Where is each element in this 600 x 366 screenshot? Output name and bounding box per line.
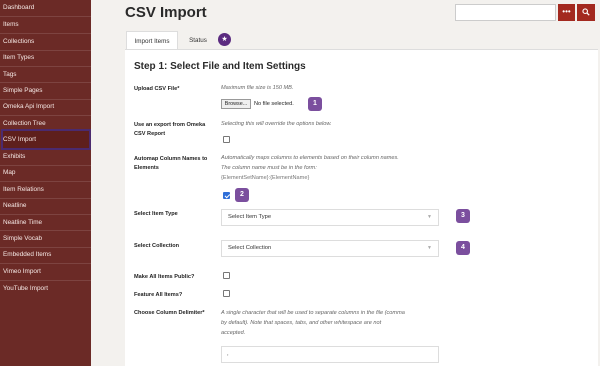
feature-label: Feature All Items? bbox=[134, 292, 183, 298]
sidebar-item-csv-import[interactable]: CSV Import bbox=[3, 135, 36, 145]
upload-label: Upload CSV File* bbox=[134, 86, 180, 92]
search-icon bbox=[582, 8, 590, 16]
step-badge-2: 2 bbox=[235, 188, 249, 202]
sidebar-item-item-relations[interactable]: Item Relations bbox=[3, 185, 44, 195]
step-badge-1: 1 bbox=[308, 97, 322, 111]
upload-description: Maximum file size is 150 MB. bbox=[221, 85, 294, 91]
nav-divider bbox=[0, 165, 91, 166]
delimiter-input[interactable]: , bbox=[221, 346, 439, 363]
omeka-export-checkbox[interactable] bbox=[223, 136, 230, 143]
step-badge-3: 3 bbox=[456, 209, 470, 223]
step-title: Step 1: Select File and Item Settings bbox=[134, 61, 306, 72]
tab-status[interactable]: Status bbox=[180, 31, 216, 50]
collection-label: Select Collection bbox=[134, 243, 180, 249]
item-type-select[interactable]: Select Item Type ▼ bbox=[221, 209, 439, 226]
delimiter-desc-3: accepted. bbox=[221, 330, 246, 336]
nav-divider bbox=[0, 50, 91, 51]
nav-divider bbox=[0, 181, 91, 182]
sidebar-nav: Dashboard Items Collections Item Types T… bbox=[0, 0, 91, 366]
chevron-down-icon: ▼ bbox=[427, 245, 432, 251]
sidebar-item-neatline-time[interactable]: Neatline Time bbox=[3, 218, 42, 228]
sidebar-item-neatline[interactable]: Neatline bbox=[3, 201, 26, 211]
automap-checkbox[interactable] bbox=[223, 192, 230, 199]
sidebar-item-tags[interactable]: Tags bbox=[3, 70, 17, 80]
sidebar-item-simple-vocab[interactable]: Simple Vocab bbox=[3, 234, 42, 244]
sidebar-item-item-types[interactable]: Item Types bbox=[3, 53, 34, 63]
nav-divider bbox=[0, 115, 91, 116]
omeka-export-description: Selecting this will override the options… bbox=[221, 121, 332, 127]
collection-value: Select Collection bbox=[228, 245, 272, 251]
sidebar-item-youtube-import[interactable]: YouTube Import bbox=[3, 284, 48, 294]
nav-divider bbox=[0, 16, 91, 17]
collection-select[interactable]: Select Collection ▼ bbox=[221, 240, 439, 257]
chevron-down-icon: ▼ bbox=[427, 214, 432, 220]
ellipsis-icon: ••• bbox=[562, 7, 571, 16]
nav-divider bbox=[0, 82, 91, 83]
sidebar-item-exhibits[interactable]: Exhibits bbox=[3, 152, 25, 162]
search-submit-button[interactable] bbox=[577, 4, 595, 21]
nav-divider bbox=[0, 280, 91, 281]
automap-desc-3: {ElementSetName}:{ElementName} bbox=[221, 175, 310, 181]
nav-divider bbox=[0, 33, 91, 34]
file-status: No file selected. bbox=[254, 101, 294, 107]
page-title: CSV Import bbox=[125, 4, 207, 21]
sidebar-item-dashboard[interactable]: Dashboard bbox=[3, 3, 34, 13]
omeka-export-label: Use an export from Omeka bbox=[134, 122, 206, 128]
item-type-value: Select Item Type bbox=[228, 214, 272, 220]
nav-divider bbox=[0, 263, 91, 264]
public-label: Make All Items Public? bbox=[134, 274, 195, 280]
search-input[interactable] bbox=[455, 4, 556, 21]
step-badge-4: 4 bbox=[456, 241, 470, 255]
nav-divider bbox=[0, 198, 91, 199]
public-checkbox[interactable] bbox=[223, 272, 230, 279]
nav-divider bbox=[0, 99, 91, 100]
sidebar-item-simple-pages[interactable]: Simple Pages bbox=[3, 86, 42, 96]
sidebar-item-vimeo-import[interactable]: Vimeo Import bbox=[3, 267, 41, 277]
tab-import-items[interactable]: Import Items bbox=[126, 31, 178, 50]
item-type-label: Select Item Type bbox=[134, 211, 178, 217]
sidebar-item-embedded-items[interactable]: Embedded Items bbox=[3, 250, 51, 260]
sidebar-item-omeka-api-import[interactable]: Omeka Api Import bbox=[3, 102, 54, 112]
nav-divider bbox=[0, 230, 91, 231]
sidebar-item-items[interactable]: Items bbox=[3, 20, 19, 30]
omeka-export-label-2: CSV Report bbox=[134, 131, 166, 137]
sidebar-item-map[interactable]: Map bbox=[3, 168, 15, 178]
star-icon: ★ bbox=[218, 33, 231, 46]
nav-divider bbox=[0, 247, 91, 248]
delimiter-label: Choose Column Delimiter* bbox=[134, 310, 205, 316]
browse-button[interactable]: Browse... bbox=[221, 99, 251, 109]
nav-divider bbox=[0, 214, 91, 215]
feature-checkbox[interactable] bbox=[223, 290, 230, 297]
delimiter-desc-1: A single character that will be used to … bbox=[221, 310, 405, 316]
search-options-button[interactable]: ••• bbox=[558, 4, 575, 21]
delimiter-desc-2: by default). Note that spaces, tabs, and… bbox=[221, 320, 382, 326]
automap-desc-2: The column name must be in the form: bbox=[221, 165, 317, 171]
automap-label: Automap Column Names to bbox=[134, 156, 208, 162]
nav-divider bbox=[0, 66, 91, 67]
sidebar-item-collection-tree[interactable]: Collection Tree bbox=[3, 119, 46, 129]
automap-desc-1: Automatically maps columns to elements b… bbox=[221, 155, 399, 161]
sidebar-item-collections[interactable]: Collections bbox=[3, 37, 34, 47]
automap-label-2: Elements bbox=[134, 165, 159, 171]
